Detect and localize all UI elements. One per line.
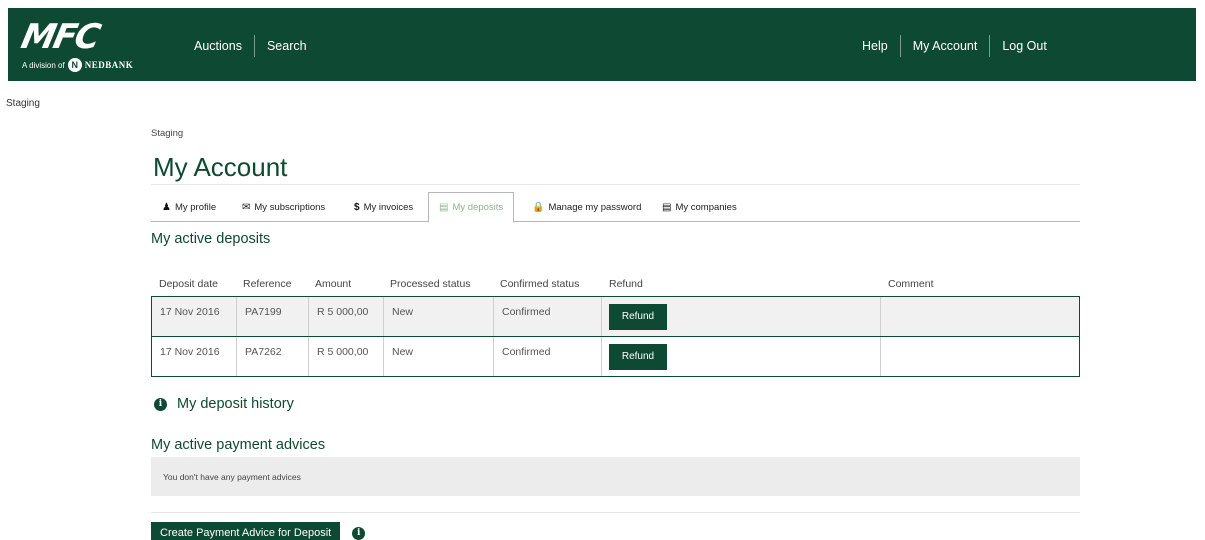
tab-label: My subscriptions xyxy=(254,201,326,213)
cell-comment xyxy=(881,337,1079,376)
nav-logout-link[interactable]: Log Out xyxy=(990,35,1058,57)
cell-reference: PA7199 xyxy=(237,297,309,336)
nav-my-account-link[interactable]: My Account xyxy=(901,35,991,57)
tab-label: My deposits xyxy=(452,202,504,213)
cell-confirmed-status: Confirmed xyxy=(494,297,602,336)
logo-wordmark: MFC xyxy=(17,17,103,57)
cell-processed-status: New xyxy=(384,297,494,336)
section-divider xyxy=(151,512,1080,513)
mfc-logo[interactable]: MFC A division of N NEDBANK xyxy=(18,17,152,72)
payment-advices-heading: My active payment advices xyxy=(151,437,326,453)
envelope-icon: ✉ xyxy=(242,201,251,213)
tab-my-subscriptions[interactable]: ✉ My subscriptions xyxy=(242,192,325,222)
logo-bank-name: NEDBANK xyxy=(84,60,134,70)
tab-my-profile[interactable]: ♟ My profile xyxy=(162,192,216,222)
cell-refund: Refund xyxy=(602,297,881,336)
cell-confirmed-status: Confirmed xyxy=(494,337,602,376)
info-icon: i xyxy=(154,397,167,411)
account-tabs: ♟ My profile ✉ My subscriptions $ My inv… xyxy=(151,192,1080,223)
create-payment-advice-button[interactable]: Create Payment Advice for Deposit xyxy=(151,522,341,540)
breadcrumb: Staging xyxy=(151,128,184,139)
top-navigation-bar: MFC A division of N NEDBANK Auctions Sea… xyxy=(8,8,1196,81)
nav-help-link[interactable]: Help xyxy=(850,35,901,57)
column-header: Deposit date xyxy=(159,278,218,290)
cell-comment xyxy=(881,297,1079,336)
column-header: Amount xyxy=(315,278,352,290)
table-header: Deposit date Reference Amount Processed … xyxy=(151,273,1080,295)
tab-my-companies[interactable]: ▤ My companies xyxy=(662,192,737,222)
cell-amount: R 5 000,00 xyxy=(309,297,384,336)
logo-division-text: A division of xyxy=(22,60,65,70)
nav-auctions-link[interactable]: Auctions xyxy=(182,35,255,57)
nav-search-link[interactable]: Search xyxy=(255,35,319,57)
info-icon[interactable]: i xyxy=(352,526,366,540)
cell-amount: R 5 000,00 xyxy=(309,337,384,376)
column-header: Refund xyxy=(609,278,643,290)
nedbank-seal-icon: N xyxy=(67,58,82,72)
column-header: Processed status xyxy=(390,278,471,290)
column-header: Comment xyxy=(888,278,934,290)
deposit-history-toggle[interactable]: i My deposit history xyxy=(154,396,294,412)
tab-my-deposits[interactable]: ▤ My deposits xyxy=(428,192,515,223)
tab-manage-password[interactable]: 🔒 Manage my password xyxy=(532,192,641,222)
briefcase-icon: ▤ xyxy=(662,201,672,213)
column-header: Reference xyxy=(243,278,292,290)
tab-label: My invoices xyxy=(363,201,414,213)
table-row: 17 Nov 2016 PA7262 R 5 000,00 New Confir… xyxy=(151,336,1080,377)
cell-date: 17 Nov 2016 xyxy=(152,337,237,376)
logo-subtitle: A division of N NEDBANK xyxy=(22,58,133,72)
user-icon: ♟ xyxy=(162,201,171,213)
cell-processed-status: New xyxy=(384,337,494,376)
title-divider xyxy=(151,184,1080,185)
dollar-icon: $ xyxy=(354,201,360,213)
cell-refund: Refund xyxy=(602,337,881,376)
account-nav: Help My Account Log Out xyxy=(850,35,1059,57)
cell-reference: PA7262 xyxy=(237,337,309,376)
payment-advices-empty-box: You don't have any payment advices xyxy=(151,457,1080,496)
primary-nav: Auctions Search xyxy=(182,35,319,57)
cell-date: 17 Nov 2016 xyxy=(152,297,237,336)
column-header: Confirmed status xyxy=(500,278,580,290)
tab-my-invoices[interactable]: $ My invoices xyxy=(354,192,413,222)
environment-label: Staging xyxy=(6,98,40,109)
tab-label: My companies xyxy=(675,201,737,213)
money-icon: ▤ xyxy=(439,202,449,213)
refund-button[interactable]: Refund xyxy=(609,304,667,330)
tab-label: Manage my password xyxy=(548,201,642,213)
empty-message: You don't have any payment advices xyxy=(163,472,301,482)
lock-icon: 🔒 xyxy=(532,201,545,213)
tab-label: My profile xyxy=(174,201,217,213)
active-deposits-heading: My active deposits xyxy=(151,231,271,247)
create-advice-row: Create Payment Advice for Deposit i xyxy=(151,522,366,540)
table-row: 17 Nov 2016 PA7199 R 5 000,00 New Confir… xyxy=(151,296,1080,337)
deposit-history-label: My deposit history xyxy=(177,396,294,412)
refund-button[interactable]: Refund xyxy=(609,344,667,370)
page-title: My Account xyxy=(153,152,288,182)
